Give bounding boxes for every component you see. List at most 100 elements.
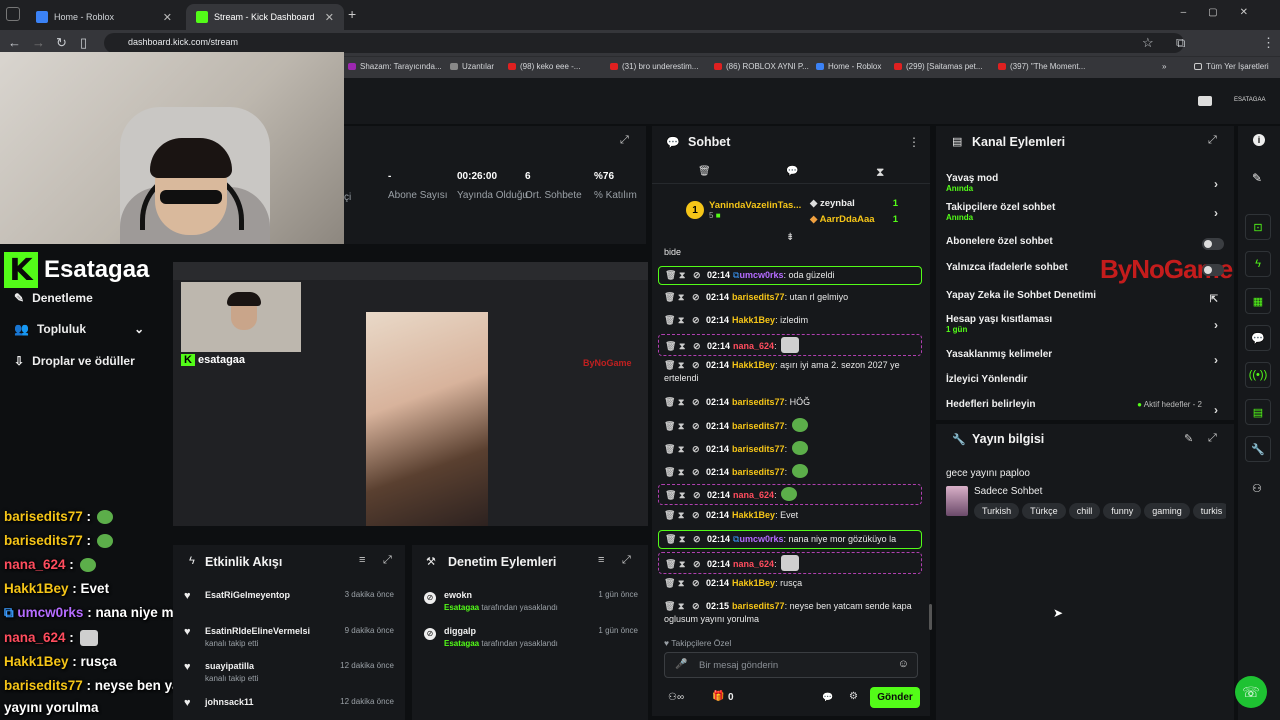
chat-message[interactable]: 🗑 ⧗ ⊘ 02:14 Hakk1Bey: izledim: [658, 314, 922, 327]
nav-item-moderation[interactable]: ✎ Denetleme: [14, 291, 93, 305]
channel-action-item[interactable]: Yavaş mod Anında ›: [946, 173, 1226, 193]
expand-icon[interactable]: ⤢: [383, 554, 392, 567]
chat-message[interactable]: 🗑 ⧗ ⊘ 02:14 barisedits77:: [658, 464, 922, 479]
collapse-icon[interactable]: ⇟: [786, 232, 794, 243]
chat-message[interactable]: 🗑 ⧗ ⊘ 02:14 ⧉umcw0rks: oda güzeldi: [658, 266, 922, 285]
delete-icon[interactable]: 🗑: [664, 314, 675, 327]
clipboard-icon[interactable]: ▦: [1245, 288, 1271, 314]
pencil-icon[interactable]: ✎: [1252, 171, 1262, 185]
channel-action-item[interactable]: İzleyici Yönlendir: [946, 374, 1226, 385]
hourglass-icon[interactable]: ⧗: [876, 165, 884, 180]
delete-icon[interactable]: 🗑: [664, 466, 675, 479]
ban-icon[interactable]: ⊘: [692, 577, 700, 590]
tag-chip[interactable]: chill: [1068, 503, 1101, 519]
chat-message[interactable]: 🗑 ⧗ ⊘ 02:14 barisedits77: utan rl gelmiyo: [658, 291, 922, 304]
live-camera-icon[interactable]: [1198, 96, 1212, 106]
ban-icon[interactable]: ⊘: [692, 359, 700, 372]
ban-icon[interactable]: ⊘: [692, 466, 700, 479]
timeout-icon[interactable]: ⧗: [678, 291, 686, 304]
expand-icon[interactable]: ⤢: [1208, 432, 1217, 445]
chat-username[interactable]: nana_624: [733, 559, 774, 569]
filter-icon[interactable]: ≡: [598, 554, 604, 566]
timeout-icon[interactable]: ⧗: [678, 509, 686, 522]
chevron-right-icon[interactable]: ›: [1214, 177, 1218, 191]
sidebar-icon[interactable]: ▯: [80, 35, 87, 51]
channel-action-item[interactable]: Yapay Zeka ile Sohbet Denetimi ⇱: [946, 290, 1226, 305]
nav-item-drops[interactable]: ⇩ Droplar ve ödüller: [14, 354, 135, 368]
chat-username[interactable]: Hakk1Bey: [732, 510, 775, 520]
expand-icon[interactable]: ⤢: [620, 134, 629, 147]
settings-icon[interactable]: ⚙: [849, 691, 858, 702]
bookmark-item[interactable]: (397) "The Moment...: [998, 62, 1085, 71]
chat-username[interactable]: barisedits77: [732, 444, 785, 454]
chat-username[interactable]: barisedits77: [732, 292, 785, 302]
timeout-icon[interactable]: ⧗: [678, 466, 686, 479]
bookmark-item[interactable]: (31) bro underestim...: [610, 62, 698, 71]
all-bookmarks[interactable]: Tüm Yer İşaretleri: [1194, 62, 1269, 71]
capture-icon[interactable]: ⊡: [1245, 214, 1271, 240]
timeout-icon[interactable]: ⧗: [678, 359, 686, 372]
broadcast-icon[interactable]: ((•)): [1245, 362, 1271, 388]
external-link-icon[interactable]: ⇱: [1210, 294, 1218, 305]
mic-icon[interactable]: 🎤: [675, 659, 687, 670]
emoji-icon[interactable]: ☺: [898, 658, 909, 670]
bookmark-item[interactable]: (86) ROBLOX AYNI P...: [714, 62, 809, 71]
gift-icon[interactable]: 🎁: [712, 691, 724, 702]
delete-icon[interactable]: 🗑: [664, 396, 675, 409]
chat-username[interactable]: barisedits77: [732, 397, 785, 407]
delete-icon[interactable]: 🗑: [665, 489, 676, 502]
delete-icon[interactable]: 🗑: [664, 359, 675, 372]
chat-username[interactable]: umcw0rks: [739, 534, 783, 544]
extensions-icon[interactable]: ⧉: [1176, 35, 1185, 51]
minimize-icon[interactable]: –: [1181, 7, 1209, 18]
message-icon[interactable]: 💬: [786, 166, 798, 177]
filter-icon[interactable]: ≡: [359, 554, 365, 566]
close-tab-icon[interactable]: ✕: [163, 11, 172, 24]
chevron-right-icon[interactable]: ›: [1214, 353, 1218, 367]
chat-username[interactable]: nana_624: [733, 490, 774, 500]
chat-message[interactable]: 🗑 ⧗ ⊘ 02:14 barisedits77:: [658, 441, 922, 456]
layout-icon[interactable]: ▤: [1245, 399, 1271, 425]
timeout-icon[interactable]: ⧗: [678, 577, 686, 590]
tag-chip[interactable]: gaming: [1144, 503, 1190, 519]
tab-kick-dashboard[interactable]: Stream - Kick Dashboard ✕: [186, 4, 344, 30]
timeout-icon[interactable]: ⧗: [678, 396, 686, 409]
ban-icon[interactable]: ⊘: [692, 420, 700, 433]
chat-message[interactable]: 🗑 ⧗ ⊘ 02:14 Hakk1Bey: aşırı iyi ama 2. sezon…: [658, 359, 922, 385]
ban-icon[interactable]: ⊘: [692, 443, 700, 456]
tag-chip[interactable]: funny: [1103, 503, 1142, 519]
delete-icon[interactable]: 🗑: [664, 420, 675, 433]
ban-icon[interactable]: ⊘: [692, 396, 700, 409]
back-icon[interactable]: ←: [8, 35, 21, 50]
info-icon[interactable]: i: [1253, 134, 1265, 146]
delete-icon[interactable]: 🗑: [664, 577, 675, 590]
timeout-icon[interactable]: ⧗: [679, 489, 687, 502]
chevron-right-icon[interactable]: ›: [1214, 318, 1218, 332]
stream-preview[interactable]: Kesatagaa ByNoGame: [173, 262, 648, 526]
chat-message[interactable]: 🗑 ⧗ ⊘ 02:14 nana_624:: [658, 334, 922, 356]
chat-message[interactable]: 🗑 ⧗ ⊘ 02:14 Hakk1Bey: Evet: [658, 509, 922, 522]
ban-icon[interactable]: ⊘: [692, 509, 700, 522]
chat-menu-icon[interactable]: ⋮: [908, 135, 920, 149]
more-bookmarks-icon[interactable]: »: [1162, 62, 1166, 71]
tab-search-icon[interactable]: [6, 7, 20, 21]
ban-icon[interactable]: ⊘: [693, 558, 701, 571]
chat-scrollbar[interactable]: [929, 604, 932, 630]
help-chat-button[interactable]: ☏: [1235, 676, 1267, 708]
expand-icon[interactable]: ⤢: [1208, 134, 1217, 147]
timeout-icon[interactable]: ⧗: [678, 314, 686, 327]
ban-icon[interactable]: ⊘: [693, 269, 701, 282]
channel-action-item[interactable]: Abonelere özel sohbet: [946, 236, 1226, 250]
chevron-right-icon[interactable]: ›: [1214, 206, 1218, 220]
delete-icon[interactable]: 🗑: [664, 509, 675, 522]
timeout-icon[interactable]: ⧗: [679, 533, 687, 546]
timeout-icon[interactable]: ⧗: [678, 600, 686, 613]
channel-action-item[interactable]: Hedefleri belirleyin › ● Aktif hedefler - …: [946, 399, 1226, 417]
chat-username[interactable]: Hakk1Bey: [732, 360, 775, 370]
chat-username[interactable]: nana_624: [733, 341, 774, 351]
maximize-icon[interactable]: ▢: [1208, 7, 1239, 18]
forward-icon[interactable]: →: [32, 35, 45, 50]
channel-action-item[interactable]: Hesap yaşı kısıtlaması 1 gün ›: [946, 314, 1226, 334]
toggle-switch[interactable]: [1202, 264, 1224, 276]
share-icon[interactable]: ⚇: [1252, 482, 1262, 495]
